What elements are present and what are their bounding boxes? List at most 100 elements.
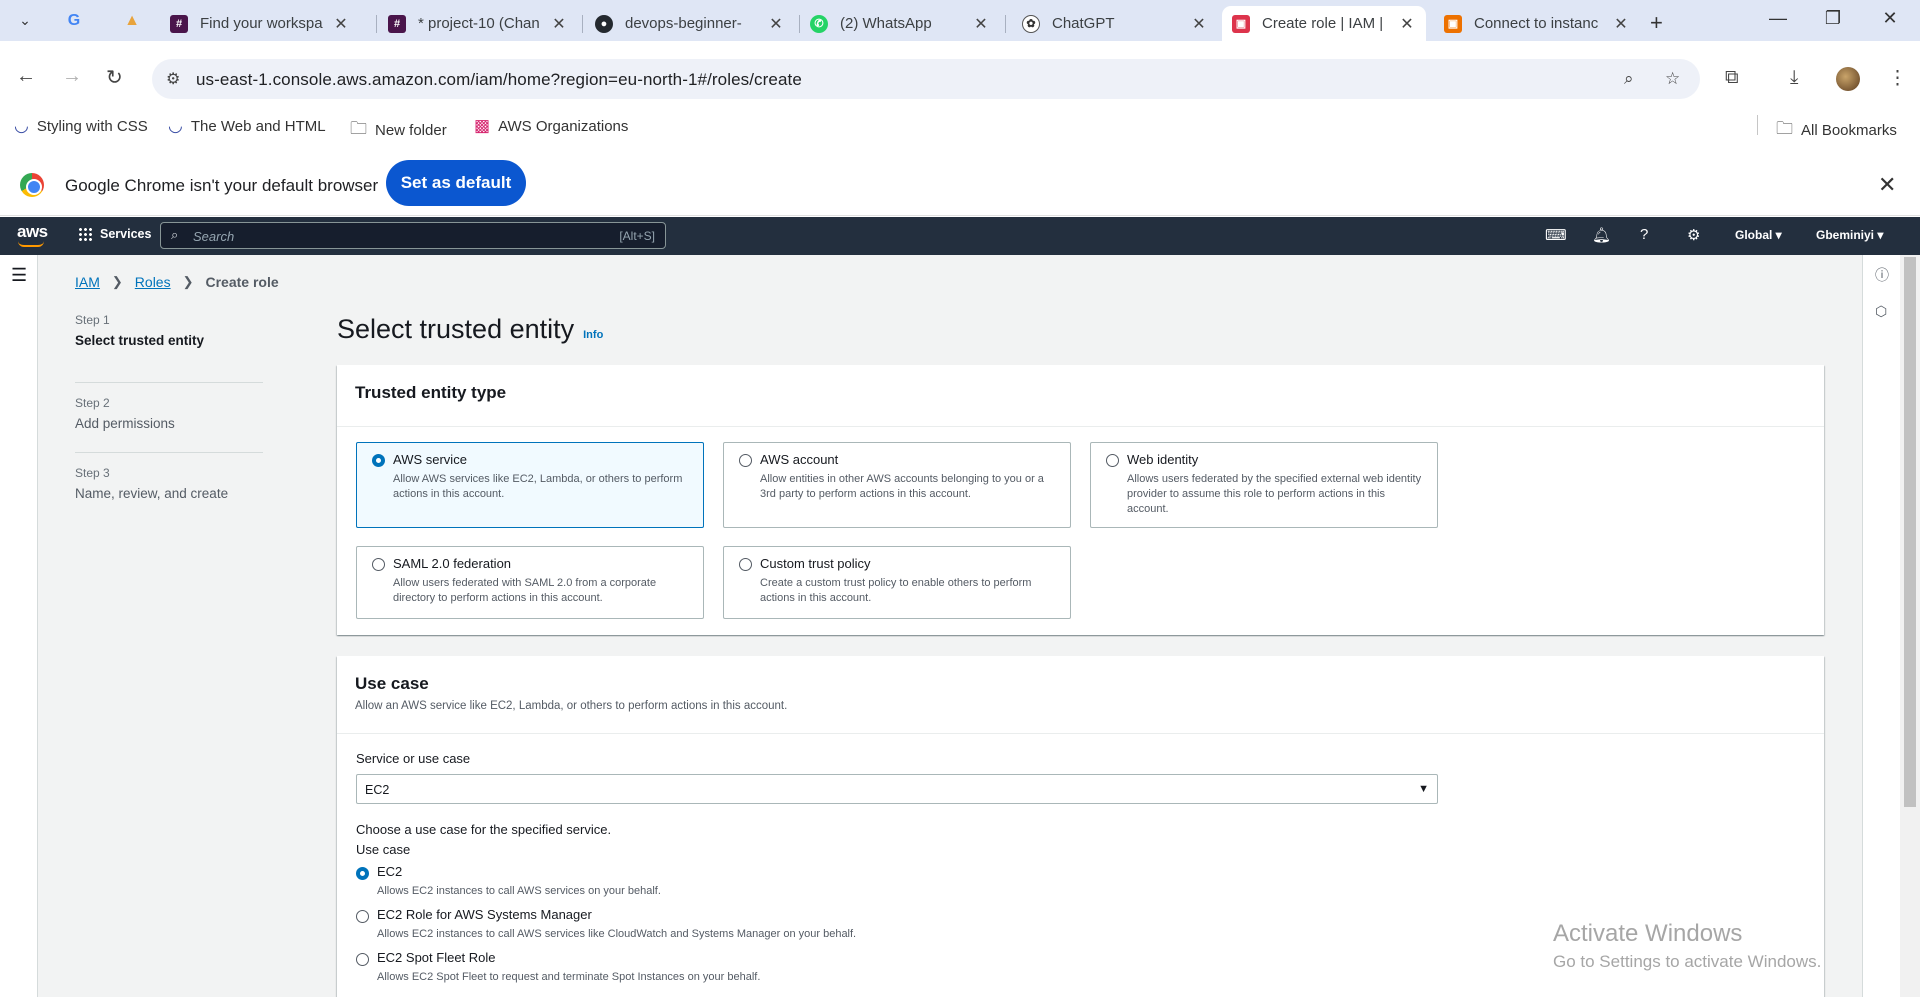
panel-title: Trusted entity type [355, 383, 507, 402]
info-circle-icon[interactable]: ⓘ [1875, 265, 1889, 285]
slack-icon: # [170, 14, 188, 33]
entity-aws-service[interactable]: AWS service Allow AWS services like EC2,… [356, 442, 704, 528]
entity-web-identity[interactable]: Web identity Allows users federated by t… [1090, 442, 1438, 528]
breadcrumb-roles[interactable]: Roles [135, 274, 171, 290]
entity-saml-federation[interactable]: SAML 2.0 federation Allow users federate… [356, 546, 704, 619]
download-icon[interactable]: ⤓ [1790, 67, 1798, 89]
entity-aws-account[interactable]: AWS account Allow entities in other AWS … [723, 442, 1071, 528]
radio-button[interactable] [372, 454, 385, 467]
url-text[interactable]: us-east-1.console.aws.amazon.com/iam/hom… [196, 70, 802, 90]
notifications-icon[interactable]: 🔔︎ [1592, 226, 1611, 244]
service-select[interactable]: EC2 ▼ [356, 774, 1438, 804]
watermark-line1: Activate Windows [1553, 920, 1743, 947]
close-tab-icon[interactable]: ✕ [1190, 14, 1208, 34]
service-label: Service or use case [356, 751, 471, 766]
bookmark-new-folder[interactable]: 🗀 New folder [350, 116, 447, 145]
tab-find-workspace[interactable]: # Find your workspa ✕ [160, 6, 360, 41]
bookmark-styling-css[interactable]: ◡ Styling with CSS [14, 116, 148, 136]
region-menu[interactable]: Global ▾ [1735, 228, 1782, 242]
tab-connect-instance[interactable]: ▣ Connect to instanc ✕ [1434, 6, 1640, 41]
close-tab-icon[interactable]: ✕ [767, 14, 785, 34]
radio-button[interactable] [739, 558, 752, 571]
extensions-icon[interactable]: ⧉ [1725, 67, 1739, 89]
step-3[interactable]: Step 3 Name, review, and create [75, 453, 263, 523]
tab-devops-beginner[interactable]: ● devops-beginner- ✕ [585, 6, 795, 41]
reload-icon[interactable]: ↻ [106, 65, 123, 90]
bookmark-label: AWS Organizations [498, 117, 629, 135]
drive-pinned-tab-icon[interactable]: ▲ [116, 8, 148, 34]
step-1[interactable]: Step 1 Select trusted entity [75, 313, 263, 383]
close-tab-icon[interactable]: ✕ [550, 14, 568, 34]
console-body: ☰ IAM ❯ Roles ❯ Create role Step 1 Selec… [0, 255, 1920, 997]
step-name: Select trusted entity [75, 333, 205, 348]
scrollbar[interactable] [1900, 255, 1920, 997]
tab-whatsapp[interactable]: ✆ (2) WhatsApp ✕ [800, 6, 1000, 41]
new-tab-icon[interactable]: + [1650, 10, 1663, 36]
radio-button[interactable] [1106, 454, 1119, 467]
step-number: Step 2 [75, 396, 110, 410]
google-pinned-tab-icon[interactable]: G [58, 8, 90, 34]
radio-button[interactable] [372, 558, 385, 571]
chrome-menu-icon[interactable]: ⋮ [1888, 67, 1907, 90]
bookmark-label: New folder [375, 122, 447, 139]
step-2[interactable]: Step 2 Add permissions [75, 383, 263, 453]
use-case-ec2[interactable]: EC2 Allows EC2 instances to call AWS ser… [356, 864, 661, 897]
profile-avatar[interactable] [1836, 67, 1860, 91]
help-icon[interactable]: ? [1640, 226, 1648, 243]
cloudshell-icon[interactable]: ⌨ [1545, 226, 1567, 244]
hexagon-icon[interactable]: ⬡ [1875, 303, 1887, 320]
tab-create-role[interactable]: ▣ Create role | IAM | ✕ [1222, 6, 1426, 41]
entity-custom-trust-policy[interactable]: Custom trust policy Create a custom trus… [723, 546, 1071, 619]
tile-title: Web identity [1127, 452, 1199, 467]
site-info-icon[interactable]: ⚙ [166, 69, 180, 89]
close-tab-icon[interactable]: ✕ [1398, 14, 1416, 34]
radio-button[interactable] [739, 454, 752, 467]
infobar-text: Google Chrome isn't your default browser [65, 176, 379, 195]
address-bar[interactable]: ⚙ us-east-1.console.aws.amazon.com/iam/h… [152, 59, 1700, 99]
step-number: Step 1 [75, 313, 110, 327]
tile-desc: Allow entities in other AWS accounts bel… [760, 473, 1044, 500]
close-tab-icon[interactable]: ✕ [1612, 14, 1630, 34]
use-case-ec2-ssm[interactable]: EC2 Role for AWS Systems Manager Allows … [356, 907, 856, 940]
scrollbar-thumb[interactable] [1904, 257, 1916, 807]
minimize-icon[interactable]: — [1763, 8, 1793, 29]
close-tab-icon[interactable]: ✕ [332, 14, 350, 34]
radio-button[interactable] [356, 953, 369, 966]
set-as-default-button[interactable]: Set as default [386, 160, 526, 206]
aws-top-nav: aws Services ⌕ Search [Alt+S] ⌨ 🔔︎ ? ⚙ G… [0, 217, 1920, 255]
restore-icon[interactable]: ❐ [1818, 8, 1848, 29]
info-link[interactable]: Info [583, 329, 603, 341]
right-rail: ⓘ ⬡ [1862, 255, 1900, 997]
chevron-right-icon: ❯ [111, 274, 123, 289]
close-infobar-icon[interactable]: ✕ [1878, 172, 1896, 198]
forward-icon[interactable]: → [62, 65, 82, 88]
aws-organizations-icon: ▩ [474, 116, 491, 135]
close-tab-icon[interactable]: ✕ [972, 14, 990, 34]
search-shortcut: [Alt+S] [619, 229, 655, 243]
radio-button[interactable] [356, 867, 369, 880]
bookmark-web-html[interactable]: ◡ The Web and HTML [168, 116, 326, 136]
udacity-icon: ◡ [168, 116, 183, 135]
radio-button[interactable] [356, 910, 369, 923]
tab-project-10[interactable]: # * project-10 (Chan ✕ [378, 6, 578, 41]
all-bookmarks[interactable]: 🗀 All Bookmarks [1776, 116, 1897, 145]
aws-ec2-icon: ▣ [1444, 14, 1462, 33]
aws-search-input[interactable]: ⌕ Search [Alt+S] [160, 222, 666, 249]
account-menu[interactable]: Gbeminiyi ▾ [1816, 228, 1883, 242]
slack-icon: # [388, 14, 406, 33]
close-window-icon[interactable]: ✕ [1875, 8, 1905, 29]
tab-search-chevron-icon[interactable]: ⌄ [14, 12, 36, 30]
breadcrumb-iam[interactable]: IAM [75, 274, 100, 290]
tab-label: Connect to instanc [1474, 15, 1599, 32]
hamburger-menu-icon[interactable]: ☰ [11, 265, 27, 286]
zoom-icon[interactable]: ⌕ [1624, 69, 1634, 89]
aws-logo[interactable]: aws [17, 222, 48, 242]
services-menu[interactable]: Services [78, 227, 151, 241]
use-case-ec2-spot-fleet[interactable]: EC2 Spot Fleet Role Allows EC2 Spot Flee… [356, 950, 760, 983]
bookmark-aws-organizations[interactable]: ▩ AWS Organizations [474, 116, 628, 136]
panel-title: Use case [355, 674, 429, 693]
settings-gear-icon[interactable]: ⚙ [1687, 226, 1700, 244]
tab-chatgpt[interactable]: ✿ ChatGPT ✕ [1012, 6, 1218, 41]
bookmark-star-icon[interactable]: ☆ [1665, 69, 1680, 89]
back-icon[interactable]: ← [16, 65, 36, 88]
